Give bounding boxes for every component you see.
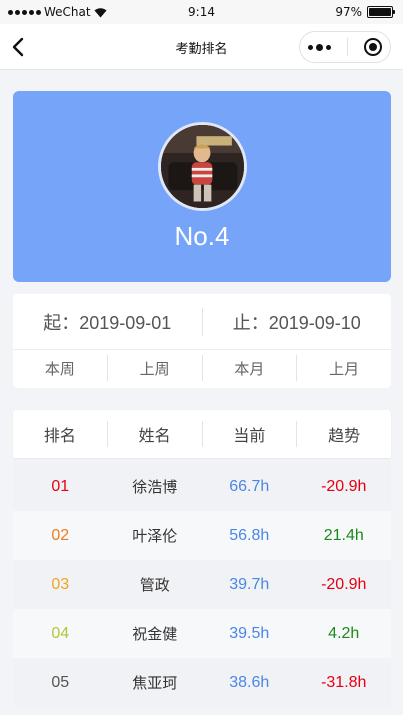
nav-bar: 考勤排名	[0, 24, 403, 70]
capsule-divider	[347, 38, 348, 56]
period-tabs: 本周 上周 本月 上月	[13, 350, 391, 386]
table-row[interactable]: 02 叶泽伦 56.8h 21.4h	[13, 511, 391, 560]
mini-program-capsule	[299, 31, 391, 63]
status-bar: WeChat 9:14 97%	[0, 0, 403, 24]
rank-cell: 01	[51, 477, 70, 495]
name-cell: 徐浩博	[132, 478, 178, 496]
header-current: 当前	[233, 426, 266, 445]
rank-cell: 05	[51, 673, 70, 691]
ranking-table-header: 排名 姓名 当前 趋势	[13, 410, 391, 458]
trend-cell: 21.4h	[323, 526, 364, 544]
current-cell: 38.6h	[229, 673, 270, 691]
current-cell: 66.7h	[229, 477, 270, 495]
rank-cell: 04	[51, 624, 70, 642]
name-cell: 管政	[139, 576, 170, 594]
header-trend: 趋势	[328, 426, 361, 445]
avatar	[158, 122, 247, 211]
trend-cell: 4.2h	[328, 624, 360, 642]
rank-number: No.4	[174, 221, 230, 251]
current-cell: 56.8h	[229, 526, 270, 544]
battery-percent: 97%	[335, 5, 362, 19]
trend-cell: -20.9h	[321, 575, 367, 593]
table-row[interactable]: 03 管政 39.7h -20.9h	[13, 560, 391, 609]
start-date[interactable]: 起：2019-09-01	[13, 309, 202, 335]
rank-cell: 02	[51, 526, 70, 544]
current-cell: 39.5h	[229, 624, 270, 642]
close-mini-program-icon[interactable]	[364, 38, 382, 56]
header-name: 姓名	[138, 426, 171, 445]
status-right: 97%	[335, 5, 395, 19]
trend-cell: -31.8h	[321, 673, 367, 691]
date-range-panel: 起：2019-09-01 止：2019-09-10 本周 上周 本月 上月	[13, 294, 391, 388]
tab-last-week[interactable]: 上周	[108, 358, 202, 379]
date-range-row: 起：2019-09-01 止：2019-09-10	[13, 294, 391, 350]
rank-card: No.4	[13, 91, 391, 282]
avatar-photo	[161, 125, 244, 208]
end-date[interactable]: 止：2019-09-10	[203, 309, 392, 335]
table-row[interactable]: 01 徐浩博 66.7h -20.9h	[13, 462, 391, 511]
table-row[interactable]: 04 祝金健 39.5h 4.2h	[13, 609, 391, 658]
header-rank: 排名	[43, 426, 76, 445]
trend-cell: -20.9h	[321, 477, 367, 495]
name-cell: 焦亚珂	[132, 674, 178, 692]
tab-this-month[interactable]: 本月	[203, 358, 297, 379]
ranking-table-body: 01 徐浩博 66.7h -20.9h 02 叶泽伦 56.8h 21.4h 0…	[13, 462, 391, 707]
more-icon[interactable]	[308, 43, 331, 51]
table-row[interactable]: 05 焦亚珂 38.6h -31.8h	[13, 658, 391, 707]
name-cell: 叶泽伦	[132, 527, 178, 545]
name-cell: 祝金健	[132, 625, 178, 643]
tab-last-month[interactable]: 上月	[297, 358, 391, 379]
tab-this-week[interactable]: 本周	[13, 358, 107, 379]
rank-cell: 03	[51, 575, 70, 593]
battery-icon	[367, 6, 395, 18]
current-cell: 39.7h	[229, 575, 270, 593]
